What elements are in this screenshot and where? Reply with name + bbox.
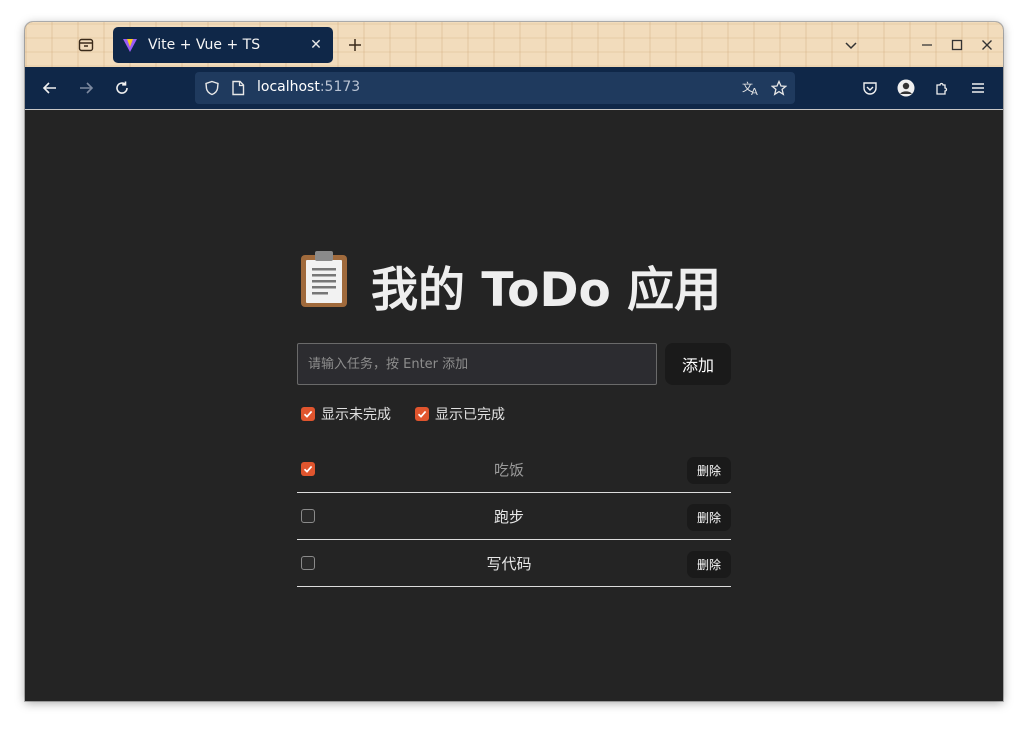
filter-label: 显示未完成 [321,407,391,423]
tab-list-chevron-down-icon[interactable] [840,34,862,56]
close-window-icon[interactable] [976,34,998,56]
vite-logo-icon [121,36,139,54]
reload-icon[interactable] [109,75,135,101]
bookmark-star-icon[interactable] [770,79,788,97]
forward-arrow-icon[interactable] [73,75,99,101]
new-tab-icon[interactable] [341,31,369,59]
todo-item: 跑步 删除 [297,493,731,540]
todo-checkbox[interactable] [301,556,315,570]
tab-overview-icon[interactable] [72,31,100,59]
delete-button[interactable]: 删除 [687,457,731,484]
delete-button[interactable]: 删除 [687,551,731,578]
todo-item: 吃饭 删除 [297,446,731,493]
browser-window: Vite + Vue + TS ✕ localhost:5173 文 A 我的 … [25,22,1003,701]
page-title-text: 我的 ToDo 应用 [371,262,722,318]
svg-text:A: A [751,87,758,96]
todo-text: 跑步 [493,508,524,526]
todo-text: 写代码 [486,555,532,573]
address-bar[interactable]: localhost:5173 文A [195,72,795,104]
todo-checkbox[interactable] [301,462,315,476]
menu-hamburger-icon[interactable] [965,75,991,101]
task-input[interactable] [297,343,657,385]
todo-list: 吃饭 删除 跑步 删除 写代码 删除 [297,446,731,587]
todo-checkbox[interactable] [301,509,315,523]
checkbox-show-completed[interactable] [415,407,429,421]
shield-icon[interactable] [203,79,221,97]
add-task-row: 添加 [297,343,731,385]
add-button[interactable]: 添加 [665,343,731,385]
extensions-puzzle-icon[interactable] [929,75,955,101]
minimize-icon[interactable] [916,34,938,56]
filter-options: 显示未完成 显示已完成 [297,404,525,424]
page-icon [229,79,247,97]
account-avatar-icon[interactable] [893,75,919,101]
page-content: 我的 ToDo 应用 添加 显示未完成 显示已完成 [25,110,1003,701]
filter-show-completed[interactable]: 显示已完成 [411,404,505,424]
clipboard-icon [299,250,371,320]
todo-text: 吃饭 [493,461,524,479]
filter-show-incomplete[interactable]: 显示未完成 [297,404,391,424]
maximize-icon[interactable] [946,34,968,56]
close-tab-icon[interactable]: ✕ [307,36,325,54]
filter-label: 显示已完成 [435,407,505,423]
navigation-toolbar: localhost:5173 文A [25,67,1003,110]
url-port: :5173 [319,79,361,95]
translate-icon[interactable]: 文A [742,79,760,97]
url-text[interactable]: localhost:5173 [257,79,360,95]
todo-item: 写代码 删除 [297,540,731,587]
tab-active[interactable]: Vite + Vue + TS ✕ [113,27,333,63]
checkbox-show-incomplete[interactable] [301,407,315,421]
back-arrow-icon[interactable] [37,75,63,101]
page-title: 我的 ToDo 应用 [299,250,721,320]
tab-strip: Vite + Vue + TS ✕ [25,22,1003,67]
url-host: localhost [257,79,320,95]
delete-button[interactable]: 删除 [687,504,731,531]
pocket-icon[interactable] [857,75,883,101]
tab-title: Vite + Vue + TS [148,37,261,53]
